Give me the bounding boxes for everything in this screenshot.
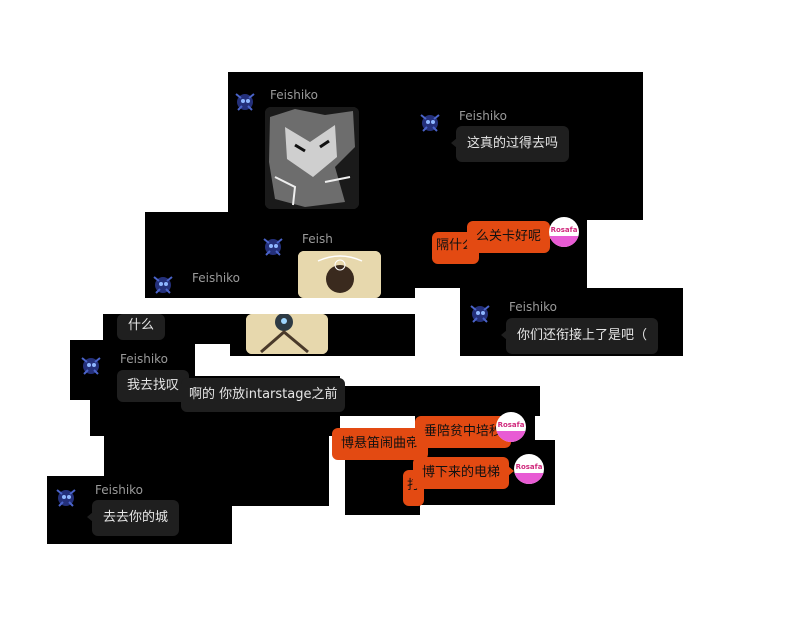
sender-name: Feishiko xyxy=(95,483,144,497)
avatar[interactable] xyxy=(150,271,176,297)
cut-band xyxy=(65,298,460,314)
message-bubble[interactable]: 啊的 你放intarstage之前 xyxy=(181,378,346,412)
avatar[interactable] xyxy=(232,88,258,114)
avatar[interactable] xyxy=(78,352,104,378)
avatar[interactable] xyxy=(53,484,79,510)
self-avatar[interactable]: Rosafa xyxy=(496,412,526,442)
message-bubble[interactable]: 去去你的城 xyxy=(86,500,180,536)
message-bubble[interactable]: 这真的过得去吗 xyxy=(450,126,570,162)
self-message-bubble[interactable]: 博悬笛闹曲帝 xyxy=(332,428,429,460)
avatar-band xyxy=(514,473,544,484)
sender-name: Feishiko xyxy=(459,109,508,123)
avatar-band xyxy=(549,236,579,247)
self-avatar[interactable]: Rosafa xyxy=(549,217,579,247)
sender-name: Feishiko xyxy=(270,88,319,102)
avatar[interactable] xyxy=(260,233,286,259)
message-bubble[interactable]: 你们还衔接上了是吧（ xyxy=(500,318,659,354)
image-message[interactable] xyxy=(298,251,381,298)
avatar[interactable] xyxy=(467,300,493,326)
self-avatar[interactable]: Rosafa xyxy=(514,454,544,484)
message-bubble[interactable]: 我去找叹 xyxy=(117,370,190,402)
sender-name: Feishiko xyxy=(509,300,558,314)
sender-name: Feishiko xyxy=(120,352,169,366)
avatar[interactable] xyxy=(417,109,443,135)
sender-name: Feishiko xyxy=(192,271,241,285)
message-bubble[interactable]: 什么 xyxy=(117,314,166,340)
self-message-bubble[interactable]: 么关卡好呢 xyxy=(467,221,556,253)
avatar-label: Rosafa xyxy=(550,226,578,234)
image-message[interactable] xyxy=(265,107,359,209)
self-message-bubble[interactable]: 博下来的电梯 xyxy=(413,457,515,489)
avatar-label: Rosafa xyxy=(497,421,525,429)
avatar-label: Rosafa xyxy=(515,463,543,471)
sender-name: Feish xyxy=(302,232,333,246)
image-message[interactable] xyxy=(246,314,328,354)
avatar-band xyxy=(496,431,526,442)
